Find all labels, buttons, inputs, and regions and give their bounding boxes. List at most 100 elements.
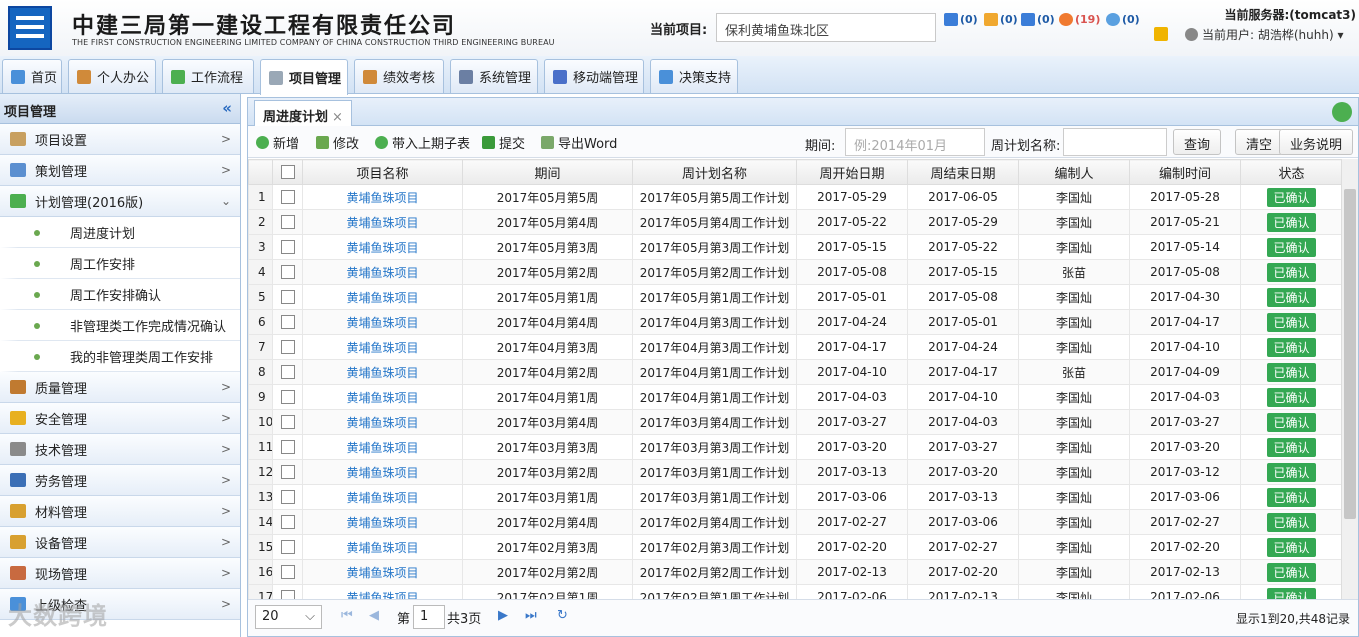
table-row[interactable]: 3 黄埔鱼珠项目 2017年05月第3周 2017年05月第3周工作计划 2017-05… bbox=[248, 234, 1342, 260]
row-checkbox[interactable] bbox=[272, 359, 303, 385]
table-row[interactable]: 2 黄埔鱼珠项目 2017年05月第4周 2017年05月第4周工作计划 2017-05… bbox=[248, 209, 1342, 235]
mail-notification[interactable]: (0) bbox=[984, 13, 1018, 26]
last-page-icon[interactable]: ⏭ bbox=[525, 608, 537, 623]
col-plan-name[interactable]: 周计划名称 bbox=[632, 159, 797, 185]
menu-safety[interactable]: 安全管理 > bbox=[0, 403, 240, 434]
cell-project-name[interactable]: 黄埔鱼珠项目 bbox=[302, 409, 463, 435]
cell-project-name[interactable]: 黄埔鱼珠项目 bbox=[302, 534, 463, 560]
first-page-icon[interactable]: ⏮ bbox=[341, 608, 353, 623]
row-checkbox[interactable] bbox=[272, 409, 303, 435]
row-checkbox[interactable] bbox=[272, 534, 303, 560]
select-all-checkbox[interactable] bbox=[272, 159, 303, 185]
cell-project-name[interactable]: 黄埔鱼珠项目 bbox=[302, 434, 463, 460]
nav-tab-system[interactable]: 系统管理 bbox=[450, 59, 538, 93]
chat-notification[interactable]: (19) bbox=[1059, 13, 1100, 26]
row-checkbox[interactable] bbox=[272, 209, 303, 235]
col-status[interactable]: 状态 bbox=[1240, 159, 1342, 185]
row-checkbox[interactable] bbox=[272, 484, 303, 510]
page-number-input[interactable]: 1 bbox=[413, 605, 445, 629]
nav-tab-workflow[interactable]: 工作流程 bbox=[162, 59, 254, 93]
nav-tab-home[interactable]: 首页 bbox=[2, 59, 62, 93]
row-checkbox[interactable] bbox=[272, 459, 303, 485]
menu-materials[interactable]: 材料管理 > bbox=[0, 496, 240, 527]
cell-project-name[interactable]: 黄埔鱼珠项目 bbox=[302, 184, 463, 210]
calendar-notification[interactable]: (0) bbox=[1021, 13, 1055, 26]
row-checkbox[interactable] bbox=[272, 284, 303, 310]
submenu-my-nonmgmt[interactable]: 我的非管理类周工作安排 bbox=[0, 341, 240, 372]
nav-tab-mobile[interactable]: 移动端管理 bbox=[544, 59, 644, 93]
table-row[interactable]: 8 黄埔鱼珠项目 2017年04月第2周 2017年04月第1周工作计划 2017-04… bbox=[248, 359, 1342, 385]
vertical-scrollbar[interactable] bbox=[1341, 159, 1358, 599]
menu-equipment[interactable]: 设备管理 > bbox=[0, 527, 240, 558]
cell-project-name[interactable]: 黄埔鱼珠项目 bbox=[302, 559, 463, 585]
table-row[interactable]: 12 黄埔鱼珠项目 2017年03月第2周 2017年03月第1周工作计划 2017-0… bbox=[248, 459, 1342, 485]
menu-site[interactable]: 现场管理 > bbox=[0, 558, 240, 589]
menu-labor[interactable]: 劳务管理 > bbox=[0, 465, 240, 496]
table-row[interactable]: 16 黄埔鱼珠项目 2017年02月第2周 2017年02月第2周工作计划 2017-0… bbox=[248, 559, 1342, 585]
row-checkbox[interactable] bbox=[272, 184, 303, 210]
nav-tab-performance[interactable]: 绩效考核 bbox=[354, 59, 444, 93]
lock-icon[interactable] bbox=[1154, 27, 1168, 41]
cell-project-name[interactable]: 黄埔鱼珠项目 bbox=[302, 509, 463, 535]
menu-quality[interactable]: 质量管理 > bbox=[0, 372, 240, 403]
query-button[interactable]: 查询 bbox=[1173, 129, 1222, 155]
bring-previous-button[interactable]: 带入上期子表 bbox=[375, 133, 470, 152]
table-row[interactable]: 4 黄埔鱼珠项目 2017年05月第2周 2017年05月第2周工作计划 2017-05… bbox=[248, 259, 1342, 285]
page-size-select[interactable]: 20 ⌵ bbox=[255, 605, 322, 629]
scroll-thumb[interactable] bbox=[1344, 189, 1356, 519]
add-button[interactable]: 新增 bbox=[256, 133, 299, 152]
cell-project-name[interactable]: 黄埔鱼珠项目 bbox=[302, 334, 463, 360]
table-row[interactable]: 10 黄埔鱼珠项目 2017年03月第4周 2017年03月第4周工作计划 2017-0… bbox=[248, 409, 1342, 435]
menu-project-settings[interactable]: 项目设置 > bbox=[0, 124, 240, 155]
cell-project-name[interactable]: 黄埔鱼珠项目 bbox=[302, 259, 463, 285]
current-project-field[interactable]: 保利黄埔鱼珠北区 bbox=[716, 13, 936, 42]
row-checkbox[interactable] bbox=[272, 509, 303, 535]
nav-tab-decision[interactable]: 决策支持 bbox=[650, 59, 738, 93]
table-row[interactable]: 6 黄埔鱼珠项目 2017年04月第4周 2017年04月第3周工作计划 2017-04… bbox=[248, 309, 1342, 335]
nav-tab-project[interactable]: 项目管理 bbox=[260, 59, 348, 95]
row-checkbox[interactable] bbox=[272, 584, 303, 599]
cell-project-name[interactable]: 黄埔鱼珠项目 bbox=[302, 359, 463, 385]
table-row[interactable]: 11 黄埔鱼珠项目 2017年03月第3周 2017年03月第3周工作计划 2017-0… bbox=[248, 434, 1342, 460]
table-row[interactable]: 9 黄埔鱼珠项目 2017年04月第1周 2017年04月第1周工作计划 2017-04… bbox=[248, 384, 1342, 410]
table-row[interactable]: 14 黄埔鱼珠项目 2017年02月第4周 2017年02月第4周工作计划 2017-0… bbox=[248, 509, 1342, 535]
submit-button[interactable]: 提交 bbox=[482, 133, 525, 152]
col-created[interactable]: 编制时间 bbox=[1129, 159, 1241, 185]
menu-plan-2016[interactable]: 计划管理(2016版) ⌄ bbox=[0, 186, 240, 217]
menu-technical[interactable]: 技术管理 > bbox=[0, 434, 240, 465]
row-checkbox[interactable] bbox=[272, 434, 303, 460]
table-row[interactable]: 7 黄埔鱼珠项目 2017年04月第3周 2017年04月第3周工作计划 2017-04… bbox=[248, 334, 1342, 360]
cell-project-name[interactable]: 黄埔鱼珠项目 bbox=[302, 309, 463, 335]
col-author[interactable]: 编制人 bbox=[1018, 159, 1130, 185]
export-word-button[interactable]: 导出Word bbox=[541, 133, 617, 152]
refresh-icon[interactable] bbox=[1332, 102, 1352, 122]
clear-button[interactable]: 清空 bbox=[1235, 129, 1284, 155]
period-input[interactable]: 例:2014年01月 bbox=[845, 128, 985, 156]
col-project-name[interactable]: 项目名称 bbox=[302, 159, 463, 185]
row-checkbox[interactable] bbox=[272, 259, 303, 285]
col-week-end[interactable]: 周结束日期 bbox=[907, 159, 1019, 185]
message-notification[interactable]: (0) bbox=[1106, 13, 1140, 26]
row-checkbox[interactable] bbox=[272, 309, 303, 335]
row-checkbox[interactable] bbox=[272, 384, 303, 410]
prev-page-icon[interactable]: ◀ bbox=[369, 608, 379, 623]
org-notification[interactable]: (0) bbox=[944, 13, 978, 26]
plan-name-input[interactable] bbox=[1063, 128, 1167, 156]
tab-weekly-progress[interactable]: 周进度计划 × bbox=[254, 100, 352, 126]
row-checkbox[interactable] bbox=[272, 559, 303, 585]
cell-project-name[interactable]: 黄埔鱼珠项目 bbox=[302, 234, 463, 260]
close-icon[interactable]: × bbox=[332, 110, 343, 125]
cell-project-name[interactable]: 黄埔鱼珠项目 bbox=[302, 459, 463, 485]
nav-tab-personal[interactable]: 个人办公 bbox=[68, 59, 156, 93]
table-row[interactable]: 15 黄埔鱼珠项目 2017年02月第3周 2017年02月第3周工作计划 2017-0… bbox=[248, 534, 1342, 560]
collapse-icon[interactable]: « bbox=[222, 99, 232, 117]
help-button[interactable]: 业务说明 bbox=[1279, 129, 1354, 155]
row-checkbox[interactable] bbox=[272, 234, 303, 260]
cell-project-name[interactable]: 黄埔鱼珠项目 bbox=[302, 384, 463, 410]
col-period[interactable]: 期间 bbox=[462, 159, 633, 185]
submenu-weekly-confirm[interactable]: 周工作安排确认 bbox=[0, 279, 240, 310]
col-week-start[interactable]: 周开始日期 bbox=[796, 159, 908, 185]
next-page-icon[interactable]: ▶ bbox=[498, 608, 508, 623]
cell-project-name[interactable]: 黄埔鱼珠项目 bbox=[302, 584, 463, 599]
cell-project-name[interactable]: 黄埔鱼珠项目 bbox=[302, 484, 463, 510]
